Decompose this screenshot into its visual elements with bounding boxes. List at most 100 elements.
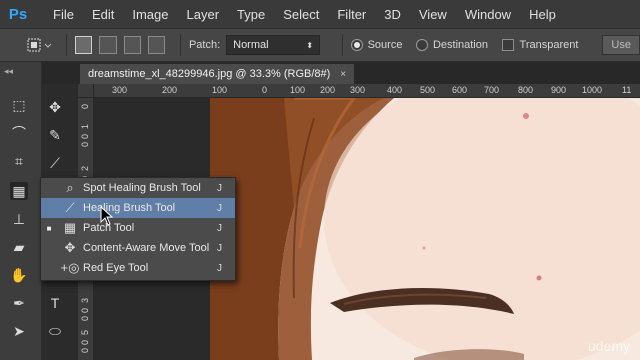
patch-mode-select[interactable]: Normal ⬍ xyxy=(226,35,321,55)
document-tab-title: dreamstime_xl_48299946.jpg @ 33.3% (RGB/… xyxy=(88,68,331,80)
ruler-tick: 0 xyxy=(80,142,90,148)
document-tab[interactable]: dreamstime_xl_48299946.jpg @ 33.3% (RGB/… xyxy=(80,64,355,84)
ruler-tick: 300 xyxy=(350,85,366,95)
red-eye-icon: +◎ xyxy=(60,260,80,275)
close-tab-icon[interactable]: × xyxy=(340,69,346,80)
flyout-item-spot-healing[interactable]: ⌕ Spot Healing Brush Tool J xyxy=(41,178,235,198)
ruler-tick: 200 xyxy=(162,85,178,95)
ruler-tick: 1000 xyxy=(582,85,603,95)
ruler-tick: 0 xyxy=(80,308,90,314)
ruler-tick: 400 xyxy=(387,85,403,95)
quick-select-icon[interactable]: ✎ xyxy=(46,126,64,144)
patch-mode-value: Normal xyxy=(233,39,269,51)
menu-3d[interactable]: 3D xyxy=(375,7,410,22)
eyedropper-icon[interactable]: ⟋ xyxy=(46,154,64,172)
flyout-item-red-eye[interactable]: +◎ Red Eye Tool J xyxy=(41,258,235,278)
menu-image[interactable]: Image xyxy=(123,7,177,22)
lasso-icon[interactable]: ⌒ xyxy=(10,124,28,142)
eraser-icon[interactable]: ▰ xyxy=(10,238,28,256)
add-to-selection-button[interactable] xyxy=(99,36,117,54)
ruler-tick: 300 xyxy=(112,85,128,95)
flyout-label: Spot Healing Brush Tool xyxy=(83,182,201,194)
blur-icon[interactable]: ✋ xyxy=(10,266,28,284)
menu-select[interactable]: Select xyxy=(274,7,328,22)
flyout-shortcut: J xyxy=(217,202,222,214)
tool-preset-picker[interactable] xyxy=(20,32,58,58)
flyout-label: Red Eye Tool xyxy=(83,262,149,274)
options-bar: Patch: Normal ⬍ Source Destination Trans… xyxy=(0,28,640,62)
ruler-tick: 0 xyxy=(80,134,90,140)
ruler-tick: 0 xyxy=(80,104,90,110)
crop-icon[interactable]: ⌗ xyxy=(10,152,28,170)
horizontal-ruler[interactable]: 300 200 100 0 100 200 300 400 500 600 70… xyxy=(94,84,640,98)
pen-icon[interactable]: ✒ xyxy=(10,294,28,312)
ruler-tick: 700 xyxy=(484,85,500,95)
intersect-selection-button[interactable] xyxy=(147,36,165,54)
ruler-tick: 0 xyxy=(262,85,268,95)
udemy-watermark: udemy xyxy=(587,338,630,354)
menu-filter[interactable]: Filter xyxy=(328,7,375,22)
content-aware-move-icon: ✥ xyxy=(64,240,76,255)
ruler-tick: 2 xyxy=(80,166,90,172)
ruler-tick: 100 xyxy=(290,85,306,95)
marquee-icon[interactable]: ⬚ xyxy=(10,96,28,114)
flyout-shortcut: J xyxy=(217,222,222,234)
separator xyxy=(66,34,68,56)
menu-window[interactable]: Window xyxy=(456,7,520,22)
photoshop-logo: Ps xyxy=(8,5,28,23)
ruler-tick: 900 xyxy=(551,85,567,95)
use-pattern-button[interactable]: Use xyxy=(602,35,640,55)
flyout-shortcut: J xyxy=(217,242,222,254)
ruler-tick: 0 xyxy=(80,348,90,354)
flyout-item-patch[interactable]: ■ ▦ Patch Tool J xyxy=(41,218,235,238)
ruler-tick: 5 xyxy=(80,330,90,336)
healing-brush-icon: ⟋ xyxy=(65,200,75,215)
flyout-label: Content-Aware Move Tool xyxy=(83,242,210,254)
ruler-tick: 0 xyxy=(80,316,90,322)
patch-icon xyxy=(27,38,52,52)
ruler-tick: 600 xyxy=(452,85,468,95)
patch-label: Patch: xyxy=(188,39,221,51)
transparent-checkbox[interactable] xyxy=(502,39,514,51)
ruler-origin[interactable] xyxy=(78,84,94,98)
separator xyxy=(342,34,344,56)
ruler-tick: 500 xyxy=(420,85,436,95)
collapse-panel-icon[interactable]: ◂◂ xyxy=(4,66,13,77)
ruler-tick: 800 xyxy=(518,85,534,95)
updown-arrow-icon: ⬍ xyxy=(306,40,314,50)
type-icon[interactable]: T xyxy=(46,294,64,312)
flyout-item-content-aware-move[interactable]: ✥ Content-Aware Move Tool J xyxy=(41,238,235,258)
destination-radio[interactable] xyxy=(416,39,428,51)
ruler-tick: 3 xyxy=(80,298,90,304)
menu-file[interactable]: File xyxy=(44,7,83,22)
separator xyxy=(179,34,181,56)
transparent-label: Transparent xyxy=(519,39,579,51)
menu-help[interactable]: Help xyxy=(520,7,565,22)
source-radio[interactable] xyxy=(351,39,363,51)
source-label: Source xyxy=(367,39,403,51)
menu-edit[interactable]: Edit xyxy=(83,7,123,22)
move-icon[interactable]: ✥ xyxy=(46,98,64,116)
ruler-tick: 11 xyxy=(622,85,632,95)
tools-panel: ◂◂ ⬚ ✥ ⌒ ⌗ ▦ ⊥ ▰ ✋ ✒ ➤ xyxy=(0,62,42,360)
flyout-shortcut: J xyxy=(217,182,222,194)
healing-tools-flyout: ⌕ Spot Healing Brush Tool J ⟋ Healing Br… xyxy=(40,177,236,281)
patch-icon[interactable]: ▦ xyxy=(10,182,28,200)
spot-healing-brush-icon: ⌕ xyxy=(66,180,74,195)
subtract-from-selection-button[interactable] xyxy=(123,36,141,54)
flyout-item-healing-brush[interactable]: ⟋ Healing Brush Tool J xyxy=(41,198,235,218)
document-tab-bar: dreamstime_xl_48299946.jpg @ 33.3% (RGB/… xyxy=(42,62,640,84)
clone-stamp-icon[interactable]: ⊥ xyxy=(10,210,28,228)
path-select-icon[interactable]: ➤ xyxy=(10,322,28,340)
ellipse-icon[interactable]: ⬭ xyxy=(46,322,64,340)
mouse-cursor-icon xyxy=(100,206,114,226)
ruler-tick: 1 xyxy=(80,124,90,130)
patch-icon: ▦ xyxy=(63,220,77,235)
new-selection-button[interactable] xyxy=(75,36,93,54)
ruler-tick: 200 xyxy=(320,85,336,95)
ruler-tick: 100 xyxy=(212,85,228,95)
menu-view[interactable]: View xyxy=(410,7,456,22)
menu-type[interactable]: Type xyxy=(228,7,274,22)
menu-layer[interactable]: Layer xyxy=(178,7,229,22)
menu-bar: Ps File Edit Image Layer Type Select Fil… xyxy=(0,0,640,28)
